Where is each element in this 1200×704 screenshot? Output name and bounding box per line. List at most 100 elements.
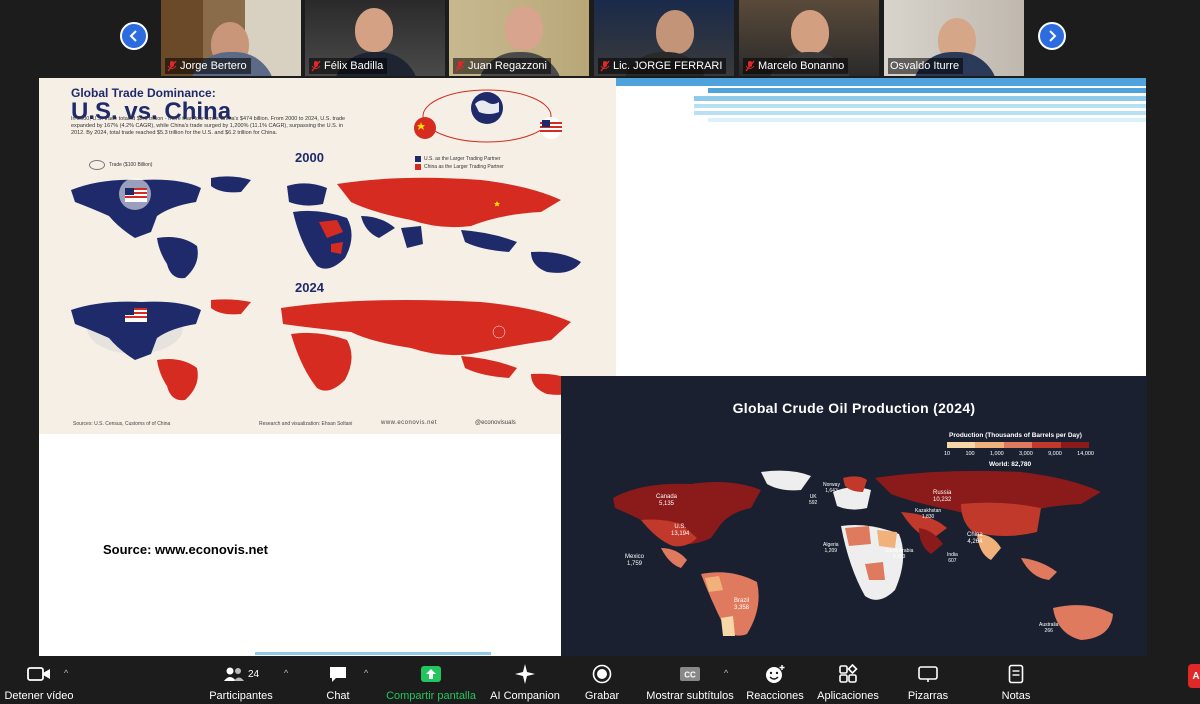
closed-captions-icon: CC <box>680 667 700 681</box>
share-screen-button[interactable]: Compartir pantalla <box>384 658 478 704</box>
oil-label-india: India 607 <box>947 552 958 564</box>
chat-button[interactable]: Chat <box>308 658 368 704</box>
footer-research: Research and visualization: Ehsan Soltan… <box>259 421 353 427</box>
participant-name: Osvaldo Iturre <box>890 60 960 72</box>
oil-label-mexico: Mexico 1,759 <box>625 554 644 568</box>
participant-tile[interactable]: Jorge Bertero <box>161 0 301 76</box>
circle-icon <box>89 160 105 170</box>
show-captions-label: Mostrar subtítulos <box>646 690 734 702</box>
country-value: 9,283 <box>892 554 906 560</box>
reactions-label: Reacciones <box>746 690 804 702</box>
country-value: 592 <box>809 500 818 506</box>
notes-icon <box>1008 664 1024 684</box>
notes-label: Notas <box>1001 690 1031 702</box>
gallery-prev-button[interactable] <box>120 22 148 50</box>
video-camera-icon <box>27 667 50 681</box>
participant-name-tag: Juan Regazzoni <box>453 58 551 74</box>
participants-button[interactable]: 24 Participantes <box>204 658 278 704</box>
oil-label-us: U.S. 13,194 <box>671 524 689 538</box>
participant-name-tag: Jorge Bertero <box>165 58 251 74</box>
participant-name-tag: Félix Badilla <box>309 58 388 74</box>
participant-name: Juan Regazzoni <box>468 60 547 72</box>
gallery-next-button[interactable] <box>1038 22 1066 50</box>
stop-video-label: Detener vídeo <box>4 690 74 702</box>
legend-tick: 14,000 <box>1077 451 1094 457</box>
apps-button[interactable]: Aplicaciones <box>816 658 880 704</box>
legend-us-label: U.S. as the Larger Trading Partner <box>424 156 501 162</box>
legend-swatch <box>1032 442 1061 448</box>
participant-name: Félix Badilla <box>324 60 384 72</box>
legend-tick: 10 <box>944 451 951 457</box>
participant-tile[interactable]: Lic. JORGE FERRARI <box>594 0 734 76</box>
svg-text:CC: CC <box>684 671 696 680</box>
whiteboards-button[interactable]: Pizarras <box>898 658 958 704</box>
globe-flags-illustration <box>414 89 562 143</box>
trade-size-legend: Trade ($100 Billion) <box>89 160 152 170</box>
header-stripe <box>708 88 1146 93</box>
ai-companion-button[interactable]: AI Companion <box>488 658 562 704</box>
country-name: Mexico <box>625 554 645 560</box>
ai-companion-label: AI Companion <box>490 690 560 702</box>
mic-muted-icon <box>311 60 321 72</box>
oil-label-australia: Australia 266 <box>1039 622 1058 634</box>
meeting-toolbar: Detener vídeo ^ 24 Participantes ^ Chat … <box>0 658 1200 704</box>
leave-button[interactable]: A <box>1188 664 1200 688</box>
footer-sources: Sources: U.S. Census, Customs of of Chin… <box>73 421 171 427</box>
oil-title: Global Crude Oil Production (2024) <box>732 400 976 416</box>
stop-video-button[interactable]: Detener vídeo <box>2 658 76 704</box>
country-value: 1,759 <box>627 561 643 567</box>
share-screen-icon <box>421 666 441 682</box>
participant-tile[interactable]: Félix Badilla <box>305 0 445 76</box>
mic-muted-icon <box>745 60 755 72</box>
legend-china-label: China as the Larger Trading Partner <box>424 164 504 170</box>
country-value: 1,643 <box>825 488 838 494</box>
infographic-intro: In 2000, U.S. trade totaled $2.0 trillio… <box>71 116 346 136</box>
slide-divider <box>255 652 491 655</box>
participant-tile[interactable]: Marcelo Bonanno <box>739 0 879 76</box>
oil-label-kazakhstan: Kazakhstan 1,830 <box>915 508 941 520</box>
country-value: 1,209 <box>824 548 838 554</box>
reactions-button[interactable]: Reacciones <box>744 658 806 704</box>
participant-tile[interactable]: Osvaldo Iturre <box>884 0 1024 76</box>
chat-options-caret[interactable]: ^ <box>364 668 368 678</box>
video-gallery: Jorge Bertero Félix Badilla Juan Regazzo… <box>0 0 1200 76</box>
country-name: Russia <box>933 490 952 496</box>
slide-right-top <box>616 78 1146 376</box>
country-value: 13,194 <box>671 531 690 537</box>
oil-world-total: World: 82,780 <box>989 461 1032 468</box>
oil-label-algeria: Algeria 1,209 <box>823 542 839 554</box>
legend-tick: 1,000 <box>989 451 1004 457</box>
country-value: 266 <box>1044 628 1053 634</box>
show-captions-button[interactable]: CC Mostrar subtítulos <box>642 658 738 704</box>
mic-muted-icon <box>455 60 465 72</box>
notes-button[interactable]: Notas <box>990 658 1042 704</box>
leave-glyph: A <box>1192 670 1200 682</box>
sparkle-icon <box>515 664 535 684</box>
participants-icon <box>223 667 244 681</box>
us-swatch <box>415 156 421 162</box>
country-value: 5,135 <box>659 501 675 507</box>
source-text: Source: www.econovis.net <box>103 542 268 557</box>
china-swatch <box>415 164 421 170</box>
participants-options-caret[interactable]: ^ <box>284 668 288 678</box>
participant-tile[interactable]: Juan Regazzoni <box>449 0 589 76</box>
participant-name: Lic. JORGE FERRARI <box>613 60 723 72</box>
oil-production-slide: Global Crude Oil Production (2024) Produ… <box>561 376 1147 656</box>
video-options-caret[interactable]: ^ <box>64 668 68 678</box>
legend-trade-label: Trade ($100 Billion) <box>109 162 153 168</box>
chat-icon <box>330 667 346 682</box>
record-button[interactable]: Grabar <box>574 658 630 704</box>
legend-us: U.S. as the Larger Trading Partner <box>415 156 500 162</box>
country-name: Canada <box>656 494 678 500</box>
country-value: 1,830 <box>921 514 935 520</box>
whiteboards-label: Pizarras <box>907 690 949 702</box>
oil-label-china: China 4,264 <box>967 532 983 546</box>
legend-tick: 9,000 <box>1048 451 1062 457</box>
captions-options-caret[interactable]: ^ <box>724 668 728 678</box>
country-value: 10,232 <box>933 497 952 503</box>
apps-icon <box>839 664 858 683</box>
mic-muted-icon <box>167 60 177 72</box>
header-stripe <box>616 78 1146 86</box>
country-name: China <box>967 532 983 538</box>
participant-name-tag: Osvaldo Iturre <box>888 58 964 74</box>
